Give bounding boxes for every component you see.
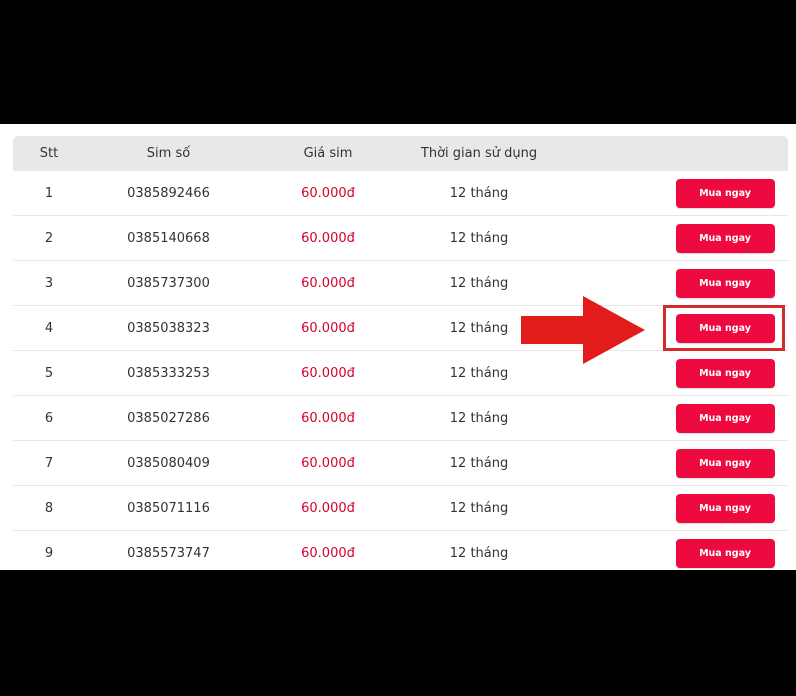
- row-price: 60.000đ: [301, 320, 355, 336]
- row-sim-number: 0385027286: [127, 410, 210, 426]
- table-row: 6 0385027286 60.000đ 12 tháng Mua ngay: [13, 396, 788, 441]
- row-stt: 4: [44, 320, 54, 336]
- row-duration: 12 tháng: [449, 545, 509, 561]
- row-sim-number: 0385737300: [127, 275, 210, 291]
- row-duration: 12 tháng: [449, 500, 509, 516]
- row-sim-number: 0385140668: [127, 230, 210, 246]
- row-price: 60.000đ: [301, 500, 355, 516]
- row-stt: 9: [44, 545, 54, 561]
- header-stt: Stt: [39, 146, 59, 161]
- table-row: 4 0385038323 60.000đ 12 tháng Mua ngay: [13, 306, 788, 351]
- row-action: Mua ngay: [675, 531, 775, 570]
- header-sim-number: Sim số: [146, 146, 191, 161]
- table-row: 1 0385892466 60.000đ 12 tháng Mua ngay: [13, 171, 788, 216]
- row-sim-number: 0385333253: [127, 365, 210, 381]
- table-row: 2 0385140668 60.000đ 12 tháng Mua ngay: [13, 216, 788, 261]
- row-stt: 1: [44, 185, 54, 201]
- row-action: Mua ngay: [675, 261, 775, 305]
- row-price: 60.000đ: [301, 230, 355, 246]
- row-action: Mua ngay: [675, 306, 775, 350]
- header-price: Giá sim: [303, 146, 353, 161]
- row-duration: 12 tháng: [449, 410, 509, 426]
- row-action: Mua ngay: [675, 171, 775, 215]
- buy-now-button[interactable]: Mua ngay: [675, 493, 775, 523]
- row-stt: 2: [44, 230, 54, 246]
- buy-now-button-highlighted[interactable]: Mua ngay: [675, 313, 775, 343]
- row-duration: 12 tháng: [449, 455, 509, 471]
- row-stt: 6: [44, 410, 54, 426]
- row-sim-number: 0385892466: [127, 185, 210, 201]
- table-row: 5 0385333253 60.000đ 12 tháng Mua ngay: [13, 351, 788, 396]
- row-action: Mua ngay: [675, 351, 775, 395]
- buy-now-button[interactable]: Mua ngay: [675, 268, 775, 298]
- row-sim-number: 0385080409: [127, 455, 210, 471]
- table-row: 9 0385573747 60.000đ 12 tháng Mua ngay: [13, 531, 788, 570]
- row-sim-number: 0385071116: [127, 500, 210, 516]
- row-stt: 3: [44, 275, 54, 291]
- table-row: 8 0385071116 60.000đ 12 tháng Mua ngay: [13, 486, 788, 531]
- buy-now-button[interactable]: Mua ngay: [675, 538, 775, 568]
- row-duration: 12 tháng: [449, 185, 509, 201]
- table-row: 3 0385737300 60.000đ 12 tháng Mua ngay: [13, 261, 788, 306]
- buy-now-button[interactable]: Mua ngay: [675, 448, 775, 478]
- buy-now-button[interactable]: Mua ngay: [675, 358, 775, 388]
- buy-now-button[interactable]: Mua ngay: [675, 403, 775, 433]
- row-action: Mua ngay: [675, 216, 775, 260]
- row-price: 60.000đ: [301, 455, 355, 471]
- row-price: 60.000đ: [301, 545, 355, 561]
- sim-table: Stt Sim số Giá sim Thời gian sử dụng 1 0…: [13, 136, 788, 570]
- right-arrow-icon: [521, 296, 645, 364]
- table-row: 7 0385080409 60.000đ 12 tháng Mua ngay: [13, 441, 788, 486]
- row-action: Mua ngay: [675, 441, 775, 485]
- row-stt: 8: [44, 500, 54, 516]
- row-action: Mua ngay: [675, 486, 775, 530]
- buy-now-button[interactable]: Mua ngay: [675, 178, 775, 208]
- screen-content: Stt Sim số Giá sim Thời gian sử dụng 1 0…: [0, 124, 796, 570]
- row-price: 60.000đ: [301, 275, 355, 291]
- header-duration: Thời gian sử dụng: [420, 146, 538, 161]
- buy-now-button[interactable]: Mua ngay: [675, 223, 775, 253]
- row-stt: 7: [44, 455, 54, 471]
- row-duration: 12 tháng: [449, 230, 509, 246]
- row-stt: 5: [44, 365, 54, 381]
- row-sim-number: 0385573747: [127, 545, 210, 561]
- row-price: 60.000đ: [301, 185, 355, 201]
- row-price: 60.000đ: [301, 365, 355, 381]
- row-action: Mua ngay: [675, 396, 775, 440]
- row-price: 60.000đ: [301, 410, 355, 426]
- row-sim-number: 0385038323: [127, 320, 210, 336]
- table-header: Stt Sim số Giá sim Thời gian sử dụng: [13, 136, 788, 171]
